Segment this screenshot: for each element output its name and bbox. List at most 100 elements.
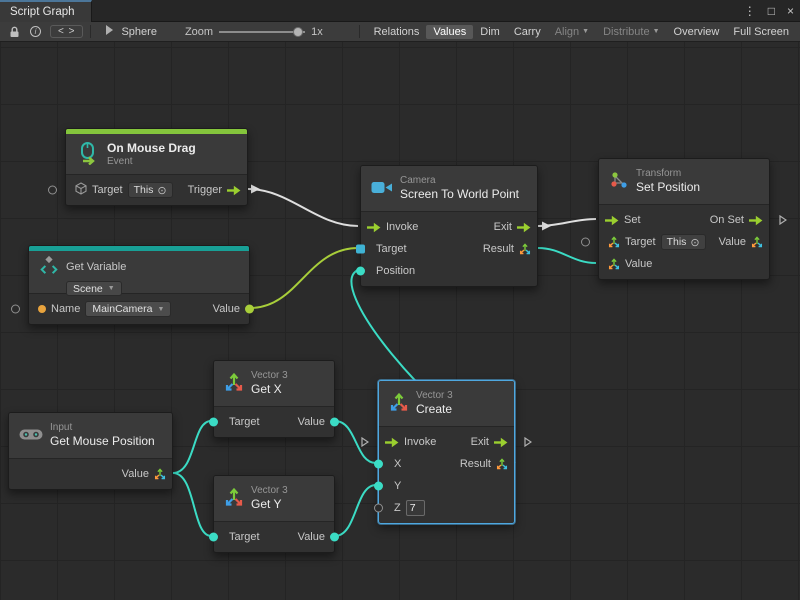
node-get-y[interactable]: Vector 3 Get Y Target Value (213, 475, 335, 553)
result-port-label: Result (460, 458, 491, 470)
flow-out-port-outer[interactable] (779, 215, 787, 225)
vector3-value-port[interactable] (154, 468, 166, 480)
dropdown-caret-icon: ▼ (108, 285, 115, 292)
wire-trigger-to-invoke[interactable] (248, 189, 358, 226)
target-port-outer[interactable] (581, 238, 590, 247)
variable-name-dropdown[interactable]: MainCamera ▼ (85, 301, 171, 317)
variable-kind-dropdown[interactable]: Scene ▼ (66, 281, 122, 296)
dim-button[interactable]: Dim (473, 25, 507, 39)
window-close-icon[interactable]: × (787, 4, 794, 18)
flow-out-port[interactable] (517, 222, 531, 233)
invoke-port-label: Invoke (386, 221, 418, 233)
y-port[interactable] (374, 482, 383, 491)
node-row: Target This ⊙ Value (599, 231, 769, 253)
zoom-slider[interactable] (219, 26, 305, 38)
vector3-value-out-port[interactable] (751, 236, 763, 248)
node-row: Invoke Exit (379, 431, 514, 453)
carry-button[interactable]: Carry (507, 25, 548, 39)
name-port[interactable] (38, 305, 46, 313)
lock-icon[interactable] (4, 26, 25, 38)
value-port[interactable] (330, 418, 339, 427)
wire-mouse-to-gety[interactable] (173, 473, 211, 536)
target-port[interactable] (209, 418, 218, 427)
wire-gety-to-y[interactable] (335, 485, 376, 536)
dropdown-caret-icon: ▼ (157, 306, 164, 313)
exit-port-label: Exit (494, 221, 512, 233)
zoom-slider-knob[interactable] (293, 27, 303, 37)
flow-in-port[interactable] (385, 437, 399, 448)
variable-icon (39, 255, 59, 278)
position-port-label: Position (376, 265, 415, 277)
z-port[interactable] (374, 504, 383, 513)
value-port-label: Value (213, 303, 240, 315)
zoom-label: Zoom (185, 26, 213, 38)
node-set-position[interactable]: Transform Set Position Set On Set (598, 158, 770, 280)
target-this-chip[interactable]: This ⊙ (661, 234, 706, 250)
vector3-value-in-port[interactable] (608, 258, 620, 270)
code-view-button[interactable]: < > (50, 25, 83, 38)
fullscreen-button[interactable]: Full Screen (726, 25, 796, 39)
value-port[interactable] (245, 305, 254, 314)
wire-mouse-to-getx[interactable] (173, 421, 211, 473)
x-port[interactable] (374, 460, 383, 469)
node-row: Value (599, 253, 769, 275)
flow-out-port-outer[interactable] (524, 437, 532, 447)
node-get-variable[interactable]: Get Variable Scene ▼ Name MainCamera ▼ V… (28, 245, 250, 325)
info-icon[interactable]: i (25, 26, 46, 37)
target-this-label: This (134, 184, 154, 196)
tab-script-graph[interactable]: Script Graph (0, 0, 92, 22)
dropdown-caret-icon: ▼ (582, 28, 589, 35)
node-title: Set Position (636, 180, 700, 195)
window-menu-icon[interactable]: ⋮ (744, 4, 756, 18)
transform-target-port[interactable] (608, 236, 620, 248)
flow-out-port[interactable] (494, 437, 508, 448)
node-get-mouse-position[interactable]: Input Get Mouse Position Value (8, 412, 173, 490)
node-vector3-create[interactable]: Vector 3 Create Invoke Exit (378, 380, 515, 524)
relations-button[interactable]: Relations (367, 25, 427, 39)
node-title: Create (416, 402, 453, 417)
value-in-port-label: Value (625, 258, 652, 270)
wire-camera-result-to-value[interactable] (538, 248, 596, 263)
flow-in-port[interactable] (367, 222, 381, 233)
breadcrumb[interactable]: Sphere (98, 24, 162, 39)
values-button[interactable]: Values (426, 25, 473, 39)
value-port[interactable] (330, 533, 339, 542)
node-row: Target This ⊙ Trigger (66, 179, 247, 201)
camera-target-port[interactable] (356, 245, 365, 254)
window-tab-bar: Script Graph ⋮ □ × (0, 0, 800, 22)
graph-canvas[interactable]: On Mouse Drag Event Target This ⊙ Trigge… (0, 42, 800, 600)
wire-getx-to-x[interactable] (335, 421, 376, 463)
node-row: Z (379, 497, 514, 519)
vector3-result-port[interactable] (496, 458, 508, 470)
z-value-input[interactable] (406, 500, 425, 516)
overview-button[interactable]: Overview (667, 25, 727, 39)
window-maximize-icon[interactable]: □ (768, 4, 775, 18)
target-port[interactable] (209, 533, 218, 542)
target-this-chip[interactable]: This ⊙ (128, 182, 173, 198)
mouse-drag-icon (76, 141, 100, 168)
camera-icon (371, 180, 393, 198)
node-row: Y (379, 475, 514, 497)
wire-variable-to-camera-target[interactable] (250, 248, 358, 308)
node-row: Target Result (361, 238, 537, 260)
flow-in-port-outer[interactable] (361, 437, 369, 447)
node-get-x[interactable]: Vector 3 Get X Target Value (213, 360, 335, 438)
object-picker-icon[interactable]: ⊙ (690, 236, 699, 249)
on-set-port-label: On Set (710, 214, 744, 226)
flow-in-port[interactable] (605, 215, 619, 226)
position-port[interactable] (356, 267, 365, 276)
target-port[interactable] (48, 186, 57, 195)
target-port-label: Target (625, 236, 656, 248)
flow-out-port[interactable] (227, 185, 241, 196)
breadcrumb-label: Sphere (121, 26, 156, 38)
object-picker-icon[interactable]: ⊙ (157, 184, 166, 197)
flow-out-port[interactable] (749, 215, 763, 226)
distribute-button[interactable]: Distribute ▼ (596, 25, 666, 39)
node-row: Name MainCamera ▼ Value (29, 298, 249, 320)
node-category: Vector 3 (251, 485, 288, 497)
vector3-result-port[interactable] (519, 243, 531, 255)
name-port-outer[interactable] (11, 305, 20, 314)
align-button[interactable]: Align ▼ (548, 25, 596, 39)
node-on-mouse-drag[interactable]: On Mouse Drag Event Target This ⊙ Trigge… (65, 128, 248, 206)
node-screen-to-world-point[interactable]: Camera Screen To World Point Invoke Exit… (360, 165, 538, 287)
